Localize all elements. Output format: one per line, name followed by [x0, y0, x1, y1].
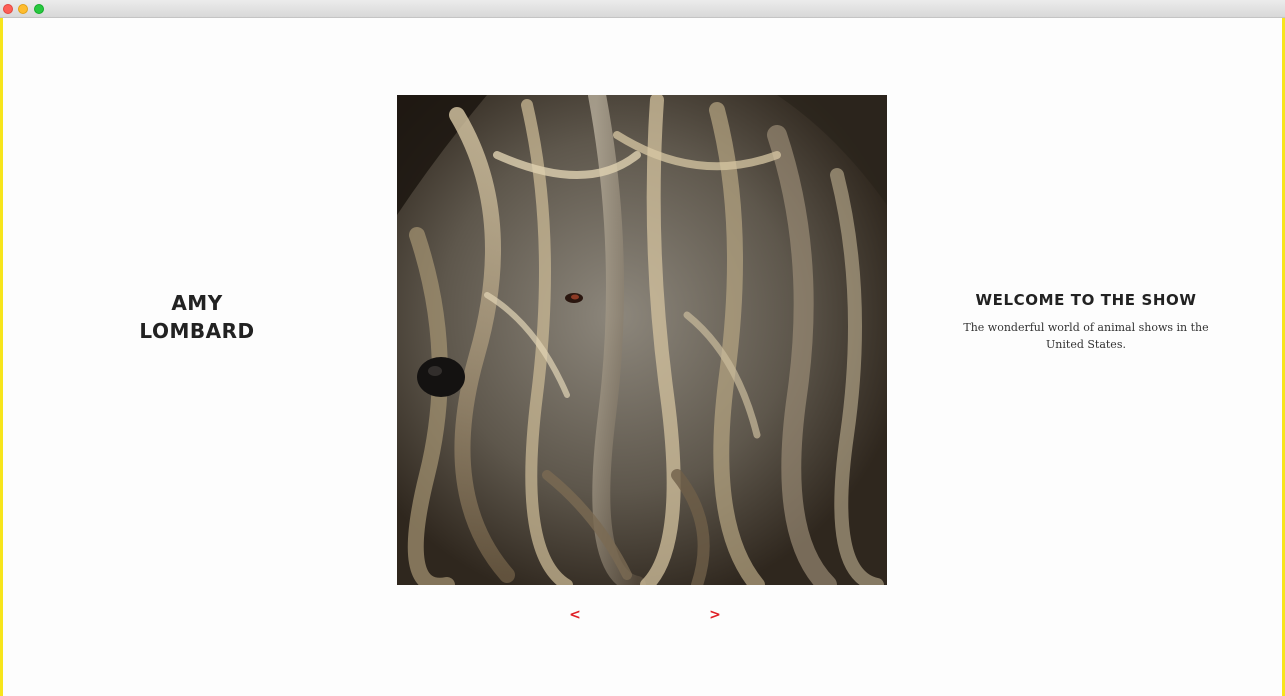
- frame-edge-left: [0, 18, 3, 696]
- show-description: The wonderful world of animal shows in t…: [963, 321, 1209, 351]
- previous-slide-button[interactable]: <: [567, 605, 583, 625]
- next-slide-button[interactable]: >: [707, 605, 723, 625]
- artist-first-name: AMY: [171, 291, 223, 315]
- browser-window: AMY LOMBARD < > WELCOME TO THE SHOW The …: [0, 0, 1285, 696]
- show-info-panel: WELCOME TO THE SHOW The wonderful world …: [956, 289, 1216, 353]
- artist-last-name: LOMBARD: [139, 319, 255, 343]
- slideshow-photo: [397, 95, 887, 585]
- dog-photo-image: [397, 95, 887, 585]
- minimize-window-button[interactable]: [18, 4, 28, 14]
- zoom-window-button[interactable]: [34, 4, 44, 14]
- artist-name[interactable]: AMY LOMBARD: [97, 289, 297, 345]
- show-title: WELCOME TO THE SHOW: [975, 291, 1197, 309]
- window-titlebar: [0, 0, 1285, 18]
- close-window-button[interactable]: [3, 4, 13, 14]
